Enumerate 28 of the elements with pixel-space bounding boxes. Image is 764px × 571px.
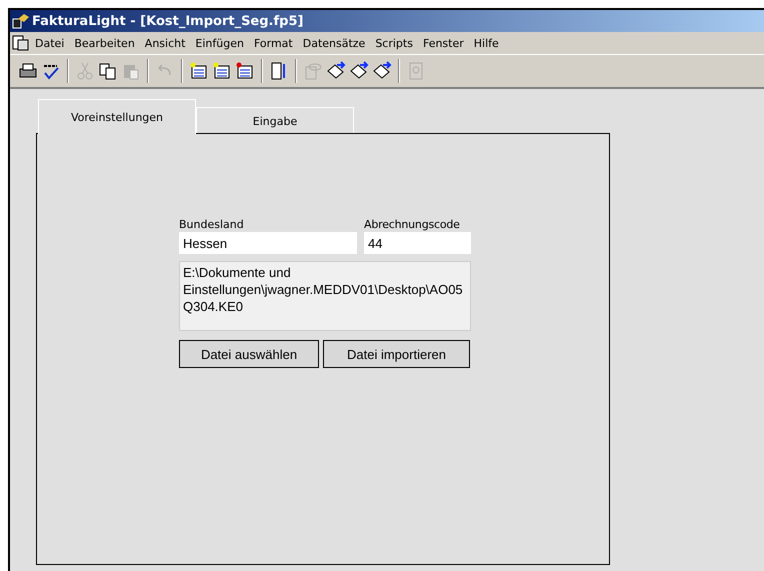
list-icon[interactable]	[189, 61, 209, 81]
copy-icon[interactable]	[98, 61, 118, 81]
tab[interactable]: Voreinstellungen	[38, 99, 196, 134]
menu-item[interactable]: Scripts	[370, 36, 418, 50]
document-icon[interactable]	[12, 35, 30, 51]
menu-item[interactable]: Datei	[30, 36, 70, 50]
list-icon[interactable]	[235, 61, 255, 81]
tab[interactable]: Eingabe	[196, 107, 354, 134]
button[interactable]: Datei auswählen	[179, 340, 319, 368]
field-label: Bundesland	[179, 218, 245, 232]
menu-item[interactable]: Format	[248, 36, 298, 50]
menu-item[interactable]: Hilfe	[468, 36, 504, 50]
app-icon	[12, 13, 30, 29]
card-arrow-icon[interactable]	[349, 61, 369, 81]
menu-item[interactable]: Bearbeiten	[69, 36, 140, 50]
menu-item[interactable]: Ansicht	[140, 36, 190, 50]
file-path-field[interactable]: E:\Dokumente und Einstellungen\jwagner.MEDDV01\Desktop\AO05Q304.KE0	[179, 261, 471, 331]
card-arrow-icon[interactable]	[326, 61, 346, 81]
input-field[interactable]: 44	[364, 232, 471, 254]
menu-item[interactable]: Fenster	[418, 36, 469, 50]
menu-item[interactable]: Datensätze	[298, 36, 370, 50]
card-arrow-icon[interactable]	[372, 61, 392, 81]
list-icon[interactable]	[212, 61, 232, 81]
menu-item[interactable]: Einfügen	[190, 36, 249, 50]
window-title: FakturaLight - [Kost_Import_Seg.fp5]	[32, 14, 304, 28]
button[interactable]: Datei importieren	[323, 340, 470, 368]
field-label: Abrechnungscode	[364, 218, 461, 232]
input-field[interactable]: Hessen	[179, 232, 357, 254]
